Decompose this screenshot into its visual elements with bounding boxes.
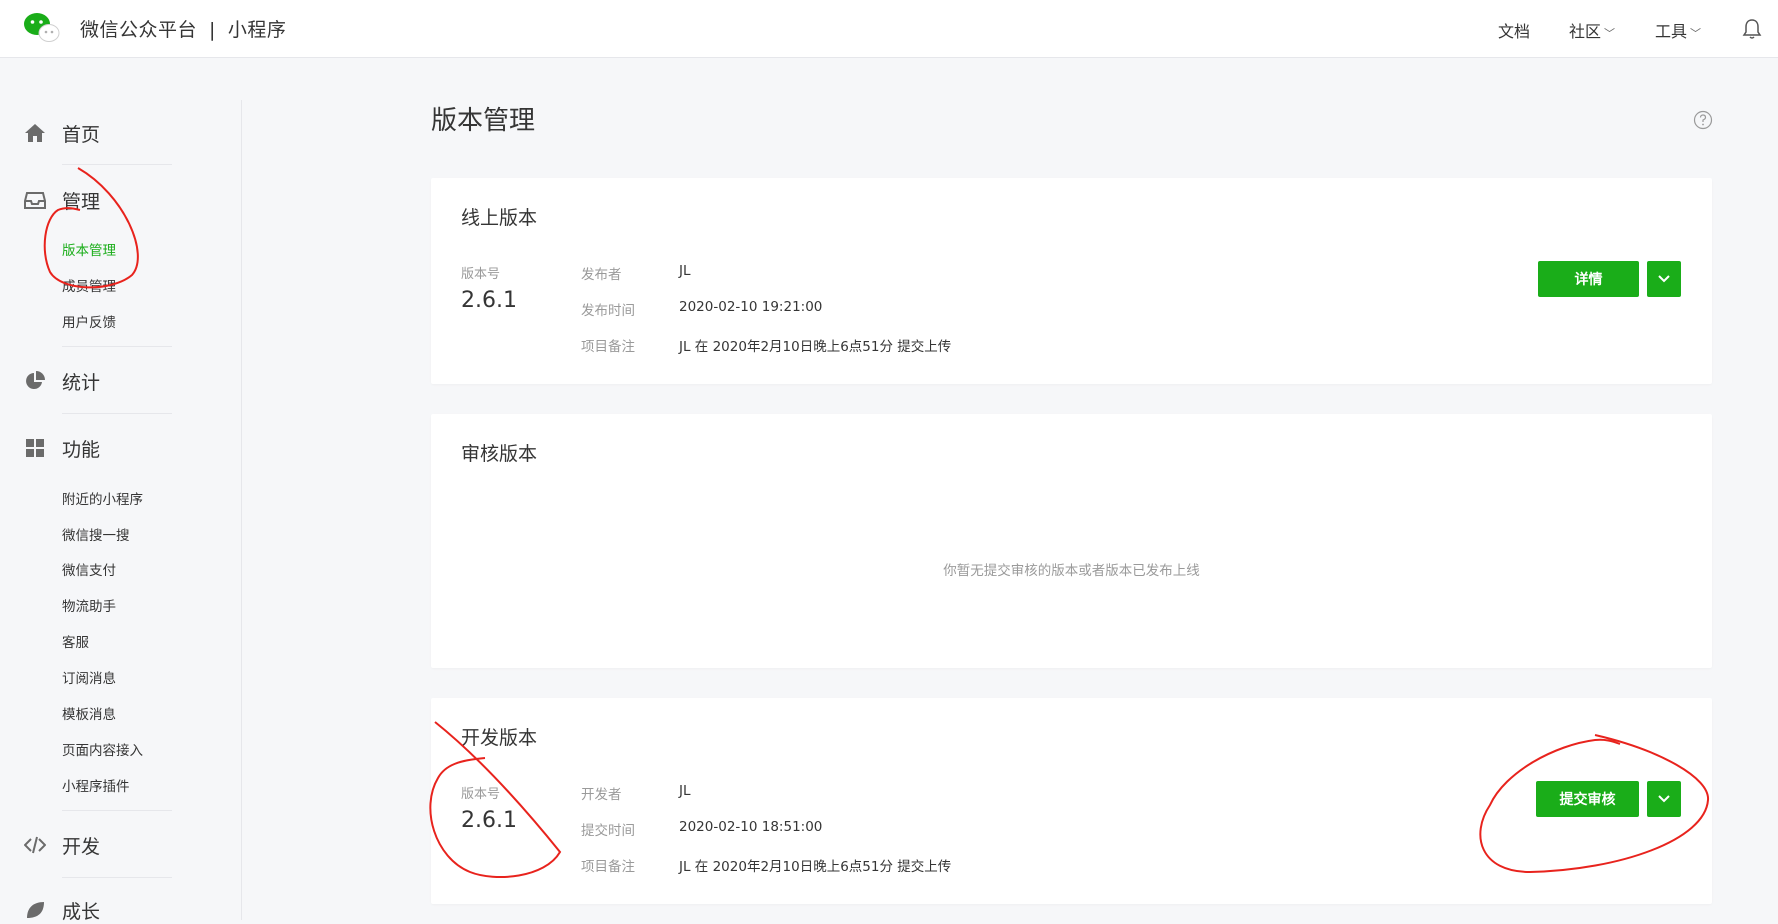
- online-time-label: 发布时间: [581, 303, 635, 319]
- dev-time-label: 提交时间: [581, 823, 635, 839]
- wechat-logo-icon[interactable]: [22, 12, 60, 44]
- online-note-label: 项目备注: [581, 339, 635, 355]
- dev-note-label: 项目备注: [581, 859, 635, 875]
- brand-separator: |: [209, 19, 216, 41]
- sidebar-item-nearby[interactable]: 附近的小程序: [62, 488, 143, 508]
- sidebar-item-home-label: 首页: [62, 123, 101, 146]
- chevron-down-icon: [1658, 795, 1670, 803]
- sidebar-item-version-manage[interactable]: 版本管理: [62, 239, 116, 259]
- online-version-title: 线上版本: [461, 207, 538, 229]
- online-version-card: 线上版本 版本号 2.6.1 发布者 JL 发布时间 2020-02-10 19…: [431, 178, 1712, 384]
- dev-developer-label: 开发者: [581, 787, 622, 803]
- nav-community-label: 社区: [1569, 22, 1602, 41]
- sidebar-item-pay[interactable]: 微信支付: [62, 559, 116, 579]
- dev-version-card: 开发版本 版本号 2.6.1 开发者 JL 提交时间 2020-02-10 18…: [431, 698, 1712, 904]
- sidebar-divider: [62, 164, 172, 165]
- online-publisher-label: 发布者: [581, 267, 622, 283]
- nav-community[interactable]: 社区 ﹀: [1569, 18, 1615, 42]
- nav-tools-label: 工具: [1655, 22, 1688, 41]
- details-button[interactable]: 详情: [1538, 261, 1639, 297]
- online-note: JL 在 2020年2月10日晚上6点51分 提交上传: [679, 339, 952, 355]
- sidebar-divider: [62, 810, 172, 811]
- home-icon: [25, 124, 45, 142]
- online-version-number: 2.6.1: [461, 288, 517, 313]
- dev-note: JL 在 2020年2月10日晚上6点51分 提交上传: [679, 859, 952, 875]
- nav-docs-label: 文档: [1498, 22, 1531, 41]
- bell-icon[interactable]: [1742, 18, 1762, 40]
- chevron-down-icon: ﹀: [1604, 27, 1616, 40]
- sidebar-item-plugin[interactable]: 小程序插件: [62, 775, 130, 795]
- sidebar-divider: [62, 346, 172, 347]
- top-bar: 微信公众平台 | 小程序 文档 社区 ﹀ 工具 ﹀: [0, 0, 1778, 58]
- sidebar-divider: [62, 413, 172, 414]
- sidebar-divider: [62, 877, 172, 878]
- review-empty-text: 你暂无提交审核的版本或者版本已发布上线: [943, 563, 1200, 579]
- chevron-down-icon: [1658, 275, 1670, 283]
- pie-chart-icon: [26, 371, 45, 389]
- online-time: 2020-02-10 19:21:00: [679, 299, 823, 315]
- sidebar-item-user-feedback[interactable]: 用户反馈: [62, 311, 116, 331]
- sidebar-item-search[interactable]: 微信搜一搜: [62, 524, 130, 544]
- sidebar-item-features[interactable]: 功能: [24, 434, 100, 462]
- dev-developer: JL: [679, 783, 691, 799]
- dev-time: 2020-02-10 18:51:00: [679, 819, 823, 835]
- page-title: 版本管理: [431, 106, 536, 136]
- leaf-icon: [27, 902, 44, 918]
- sidebar-item-member-manage[interactable]: 成员管理: [62, 275, 116, 295]
- sidebar-item-manage[interactable]: 管理: [24, 186, 100, 214]
- brand-title[interactable]: 微信公众平台 | 小程序: [80, 15, 286, 42]
- dev-version-title: 开发版本: [461, 727, 538, 749]
- sidebar-item-growth[interactable]: 成长: [24, 896, 100, 924]
- dev-version-number: 2.6.1: [461, 808, 517, 833]
- inbox-icon: [24, 192, 46, 209]
- sidebar-item-growth-label: 成长: [62, 900, 101, 923]
- nav-docs[interactable]: 文档: [1498, 18, 1530, 42]
- online-version-label: 版本号: [461, 267, 501, 282]
- grid-icon: [26, 439, 44, 457]
- nav-tools[interactable]: 工具 ﹀: [1655, 18, 1701, 42]
- sidebar-item-develop-label: 开发: [62, 835, 101, 858]
- online-publisher: JL: [679, 263, 691, 279]
- online-more-button[interactable]: [1647, 261, 1681, 297]
- sidebar-item-subscribe[interactable]: 订阅消息: [62, 667, 116, 687]
- sidebar-item-service[interactable]: 客服: [62, 631, 89, 651]
- sidebar-item-stats-label: 统计: [62, 371, 101, 394]
- sidebar-item-stats[interactable]: 统计: [24, 367, 100, 395]
- dev-version-label: 版本号: [461, 787, 501, 802]
- help-icon[interactable]: [1693, 110, 1713, 130]
- sidebar-divider: [241, 100, 242, 920]
- review-version-card: 审核版本 你暂无提交审核的版本或者版本已发布上线: [431, 414, 1712, 668]
- sidebar-item-home[interactable]: 首页: [24, 119, 100, 147]
- sidebar-item-manage-label: 管理: [62, 190, 101, 213]
- sidebar-item-template[interactable]: 模板消息: [62, 703, 116, 723]
- review-version-title: 审核版本: [461, 443, 538, 465]
- dev-more-button[interactable]: [1647, 781, 1681, 817]
- sidebar-item-develop[interactable]: 开发: [24, 831, 100, 859]
- brand-name: 微信公众平台: [80, 19, 198, 41]
- sidebar: 首页 管理 版本管理 成员管理 用户反馈 统计 功能 附近的小程序 微信搜一搜 …: [0, 58, 242, 923]
- chevron-down-icon: ﹀: [1690, 27, 1702, 40]
- sidebar-item-content[interactable]: 页面内容接入: [62, 739, 143, 759]
- sidebar-item-logistics[interactable]: 物流助手: [62, 595, 116, 615]
- submit-review-button[interactable]: 提交审核: [1536, 781, 1639, 817]
- product-name: 小程序: [227, 19, 287, 41]
- code-icon: [24, 836, 46, 854]
- sidebar-item-features-label: 功能: [62, 438, 101, 461]
